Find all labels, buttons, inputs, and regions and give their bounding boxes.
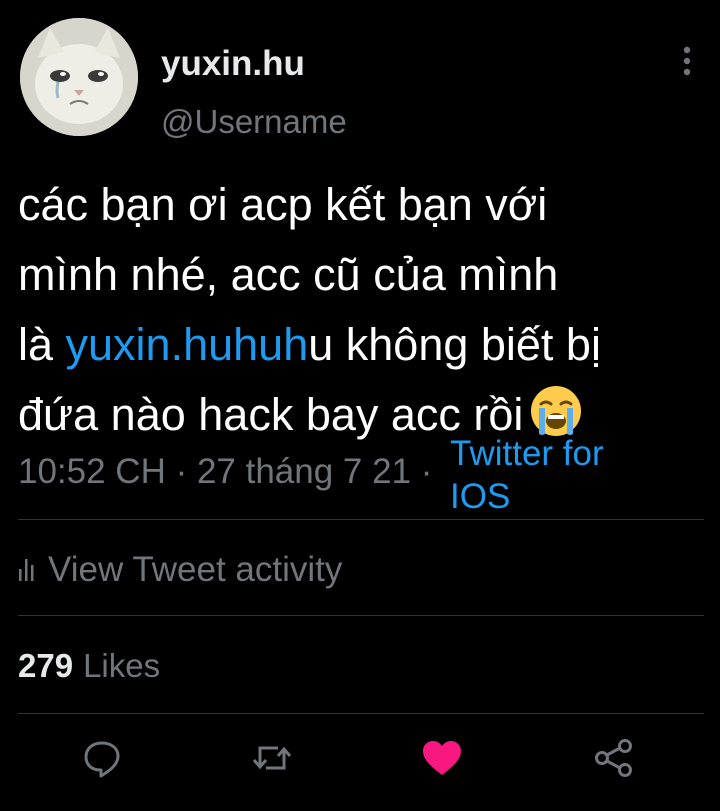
activity-bars-icon bbox=[19, 559, 34, 581]
username[interactable]: @Username bbox=[161, 103, 347, 141]
loudly-crying-face-emoji-icon bbox=[529, 384, 583, 438]
tweet-text: các bạn ơi acp kết bạn với mình nhé, acc… bbox=[18, 170, 708, 450]
likes-count: 279 bbox=[18, 647, 74, 684]
avatar[interactable] bbox=[20, 18, 138, 136]
more-vertical-icon[interactable] bbox=[677, 44, 697, 78]
tweet-line-4-text: đứa nào hack bay acc rồi bbox=[18, 389, 524, 440]
view-tweet-activity-button[interactable]: View Tweet activity bbox=[18, 548, 342, 592]
reply-icon[interactable] bbox=[80, 736, 124, 780]
likes-label: Likes bbox=[83, 647, 161, 684]
mention-link[interactable]: yuxin.huhuh bbox=[66, 319, 309, 370]
tweet-line-3-prefix: là bbox=[18, 319, 66, 370]
tweet-meta: 10:52 CH · 27 tháng 7 21 · Twitter for I… bbox=[18, 434, 708, 520]
tweet-line-1: các bạn ơi acp kết bạn với bbox=[18, 179, 548, 230]
display-name[interactable]: yuxin.hu bbox=[161, 44, 305, 84]
tweet-line-2: mình nhé, acc cũ của mình bbox=[18, 249, 559, 300]
source-link[interactable]: Twitter for IOS bbox=[450, 432, 650, 518]
tweet-line-3-suffix: u không biết bị bbox=[308, 319, 601, 370]
heart-icon[interactable] bbox=[420, 736, 464, 780]
timestamp[interactable]: 10:52 CH · 27 tháng 7 21 · bbox=[18, 452, 432, 492]
divider bbox=[18, 713, 704, 714]
activity-label: View Tweet activity bbox=[48, 550, 343, 589]
crying-cat-avatar-image bbox=[20, 18, 138, 136]
likes-link[interactable]: 279 Likes bbox=[18, 647, 160, 685]
tweet-line-3: là yuxin.huhuhu không biết bị bbox=[18, 310, 708, 380]
divider bbox=[18, 519, 704, 520]
divider bbox=[18, 615, 704, 616]
retweet-icon[interactable] bbox=[250, 736, 294, 780]
share-icon[interactable] bbox=[592, 736, 636, 780]
